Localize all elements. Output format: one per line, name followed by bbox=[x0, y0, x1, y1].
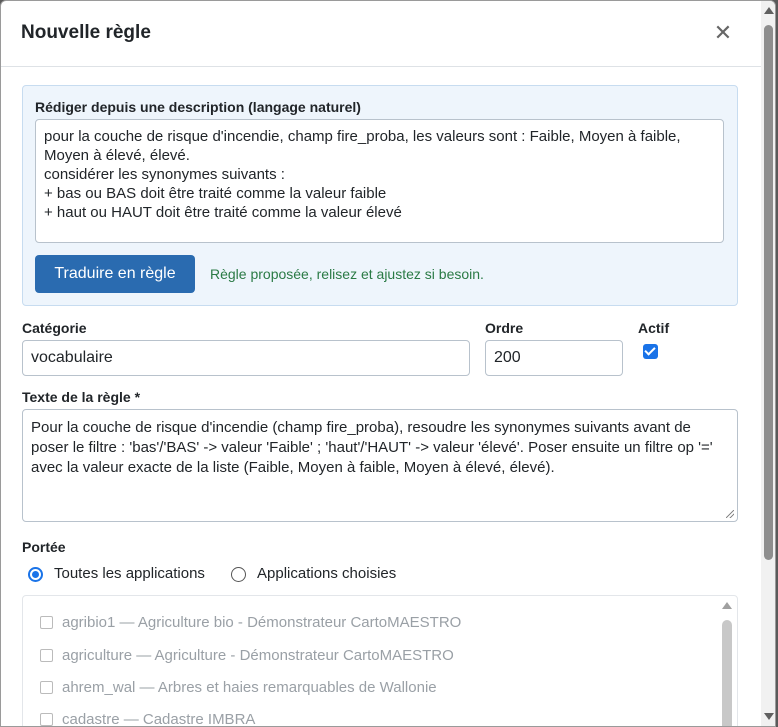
app-checkbox[interactable] bbox=[40, 681, 53, 694]
active-label: Actif bbox=[638, 320, 670, 336]
rule-text-textarea[interactable]: Pour la couche de risque d'incendie (cha… bbox=[22, 409, 738, 522]
scroll-up-icon[interactable] bbox=[722, 602, 732, 609]
nl-description-textarea[interactable]: pour la couche de risque d'incendie, cha… bbox=[35, 119, 724, 243]
app-label: agriculture — Agriculture - Démonstrateu… bbox=[62, 647, 454, 664]
scroll-up-icon[interactable] bbox=[764, 7, 774, 14]
order-input[interactable]: 200 bbox=[485, 340, 623, 376]
resize-handle[interactable] bbox=[726, 510, 734, 518]
app-label: cadastre — Cadastre IMBRA bbox=[62, 711, 256, 727]
app-checkbox[interactable] bbox=[40, 616, 53, 629]
radio-selected-applications[interactable] bbox=[231, 567, 246, 582]
rule-dialog: Nouvelle règle ✕ Rédiger depuis une desc… bbox=[0, 0, 776, 727]
nl-label: Rédiger depuis une description (langage … bbox=[35, 99, 361, 115]
list-scrollbar[interactable] bbox=[721, 600, 733, 726]
scope-label: Portée bbox=[22, 539, 66, 555]
dialog-scroll-thumb[interactable] bbox=[764, 25, 773, 560]
radio-all-applications-label[interactable]: Toutes les applications bbox=[54, 565, 205, 582]
proposal-status: Règle proposée, relisez et ajustez si be… bbox=[210, 266, 484, 282]
radio-all-applications[interactable] bbox=[28, 567, 43, 582]
application-list: agribio1 — Agriculture bio - Démonstrate… bbox=[22, 595, 738, 727]
list-scroll-thumb[interactable] bbox=[722, 620, 732, 726]
active-checkbox[interactable] bbox=[643, 344, 658, 359]
list-item: agribio1 — Agriculture bio - Démonstrate… bbox=[23, 612, 713, 636]
category-label: Catégorie bbox=[22, 320, 87, 336]
list-item: cadastre — Cadastre IMBRA bbox=[23, 709, 713, 727]
order-label: Ordre bbox=[485, 320, 524, 336]
app-label: agribio1 — Agriculture bio - Démonstrate… bbox=[62, 614, 462, 631]
rule-text-label: Texte de la règle * bbox=[22, 389, 141, 405]
scroll-down-icon[interactable] bbox=[764, 713, 774, 720]
rule-text-content: Pour la couche de risque d'incendie (cha… bbox=[31, 419, 713, 476]
translate-button[interactable]: Traduire en règle bbox=[35, 255, 195, 293]
radio-selected-applications-label[interactable]: Applications choisies bbox=[257, 565, 396, 582]
close-icon[interactable]: ✕ bbox=[711, 19, 735, 47]
category-input[interactable]: vocabulaire bbox=[22, 340, 470, 376]
list-item: agriculture — Agriculture - Démonstrateu… bbox=[23, 645, 713, 669]
app-checkbox[interactable] bbox=[40, 649, 53, 662]
app-label: ahrem_wal — Arbres et haies remarquables… bbox=[62, 679, 437, 696]
dialog-title: Nouvelle règle bbox=[21, 22, 151, 43]
natural-language-panel: Rédiger depuis une description (langage … bbox=[22, 85, 738, 306]
list-item: ahrem_wal — Arbres et haies remarquables… bbox=[23, 677, 713, 701]
dialog-header: Nouvelle règle ✕ bbox=[1, 1, 761, 67]
dialog-scrollbar[interactable] bbox=[761, 1, 775, 726]
app-checkbox[interactable] bbox=[40, 713, 53, 726]
